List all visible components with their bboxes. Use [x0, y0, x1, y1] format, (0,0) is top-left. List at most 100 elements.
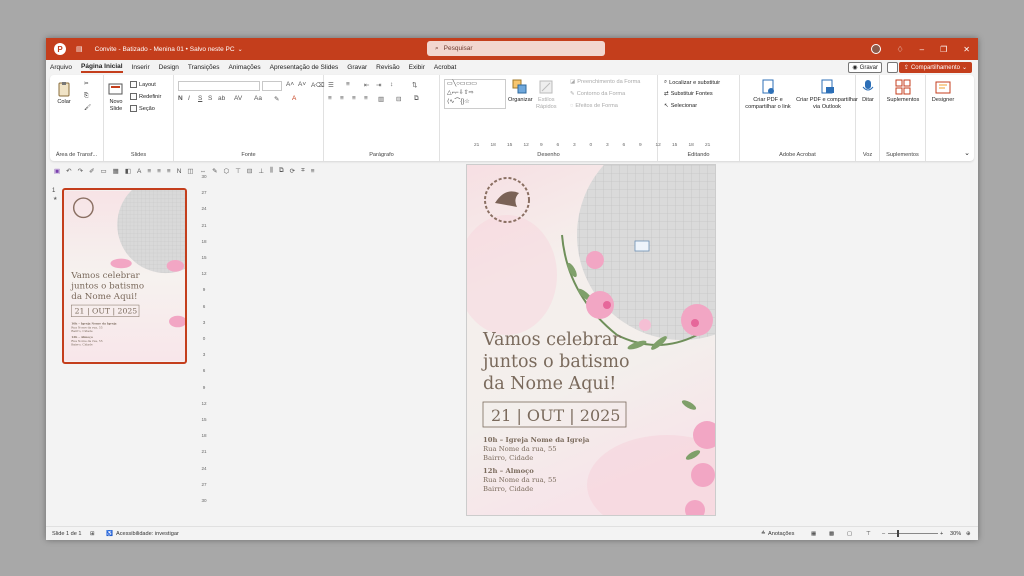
font-name-input[interactable]	[178, 81, 260, 91]
normal-view-icon[interactable]: ▦	[811, 531, 816, 537]
more-icon[interactable]: ≡	[311, 168, 315, 175]
font-size-input[interactable]	[262, 81, 282, 91]
find-replace-button[interactable]: ⌕ Localizar e substituir	[664, 79, 720, 86]
text-direction-icon[interactable]: ⇅	[412, 81, 417, 89]
accessibility-status[interactable]: Acessibilidade: investigar	[116, 531, 179, 537]
bold-icon[interactable]: N	[177, 168, 182, 175]
fit-to-window-icon[interactable]: ⊕	[966, 531, 971, 537]
share-button[interactable]: ⇪ Compartilhamento ⌄	[898, 62, 972, 73]
bullets-icon[interactable]: ☰	[328, 81, 334, 89]
tab-exibir[interactable]: Exibir	[409, 64, 425, 71]
event2-address-line2[interactable]: Bairro, Cidade	[483, 485, 533, 493]
textbox-icon[interactable]: ▭	[101, 167, 107, 175]
align-right-icon[interactable]: ≡	[352, 95, 356, 102]
format-painter-icon[interactable]: 🖌	[84, 105, 91, 111]
save-icon[interactable]: ▣	[54, 167, 60, 175]
underline-icon[interactable]: S	[198, 95, 202, 102]
line-spacing-icon[interactable]: ↕	[390, 81, 393, 88]
event-date[interactable]: 21 | OUT | 2025	[491, 406, 620, 425]
collapse-ribbon-icon[interactable]: ⌄	[964, 149, 970, 157]
accessibility-icon[interactable]: ♿	[106, 531, 113, 537]
close-icon[interactable]: ✕	[963, 45, 970, 54]
document-title[interactable]: Convite - Batizado - Menina 01 • Salvo n…	[95, 46, 235, 53]
align-right-icon[interactable]: ≡	[167, 168, 171, 175]
tab-acrobat[interactable]: Acrobat	[434, 64, 456, 71]
quick-styles-button[interactable]: Estilos Rápidos	[536, 79, 557, 111]
slide-canvas[interactable]: Vamos celebrar juntos o batismo da Nome …	[466, 164, 716, 516]
fill-color-icon[interactable]: ◧	[125, 167, 131, 175]
minimize-icon[interactable]: –	[920, 45, 924, 54]
restore-icon[interactable]: ❐	[940, 45, 947, 54]
image-icon[interactable]: ▦	[113, 167, 119, 175]
event1-title[interactable]: 10h – Igreja Nome da Igreja	[483, 436, 590, 444]
zoom-slider-handle[interactable]	[897, 530, 899, 537]
numbering-icon[interactable]: ≡	[346, 81, 350, 88]
align-left-icon[interactable]: ≡	[147, 168, 151, 175]
spellcheck-icon[interactable]: ⊞	[90, 531, 95, 537]
section-button[interactable]: Seção	[130, 105, 155, 112]
case-icon[interactable]: Aa	[254, 95, 262, 102]
group-icon[interactable]: ⧉	[279, 167, 284, 175]
shadow-icon[interactable]: ab	[218, 95, 225, 102]
align-top-icon[interactable]: ⊤	[235, 167, 241, 175]
autosave-icon[interactable]: ▤	[76, 45, 83, 53]
redo-icon[interactable]: ↷	[78, 167, 83, 175]
smartart-icon[interactable]: ⧉	[414, 95, 419, 103]
tab-gravar[interactable]: Gravar	[347, 64, 367, 71]
lightbulb-icon[interactable]: ♢	[897, 45, 904, 54]
event1-address-line2[interactable]: Bairro, Cidade	[483, 454, 533, 462]
notes-button[interactable]: Anotações	[768, 531, 794, 537]
tab-design[interactable]: Design	[159, 64, 179, 71]
paste-button[interactable]: Colar	[56, 81, 72, 106]
event1-address-line1[interactable]: Rua Nome da rua, 55	[483, 445, 557, 453]
align-center-icon[interactable]: ≡	[157, 168, 161, 175]
dictate-button[interactable]: Ditar	[858, 79, 878, 104]
headline-line-1[interactable]: Vamos celebrar	[482, 330, 621, 350]
format-painter-icon[interactable]: ✐	[89, 167, 94, 175]
reset-button[interactable]: Redefinir	[130, 93, 161, 100]
notes-icon[interactable]: ≙	[761, 531, 766, 537]
replace-fonts-button[interactable]: ⇄ Substituir Fontes	[664, 91, 713, 97]
slide-thumbnail[interactable]: Vamos celebrar juntos o batismo da Nome …	[62, 188, 187, 364]
headline-line-3[interactable]: da Nome Aqui!	[483, 374, 616, 394]
tab-arquivo[interactable]: Arquivo	[50, 64, 72, 71]
undo-icon[interactable]: ↶	[66, 167, 71, 175]
italic-icon[interactable]: I	[188, 95, 190, 102]
decrease-indent-icon[interactable]: ⇤	[364, 81, 369, 89]
align-middle-icon[interactable]: ⊟	[247, 167, 252, 175]
zoom-in-icon[interactable]: +	[940, 531, 943, 537]
spacing-icon[interactable]: AV	[234, 95, 242, 102]
tab-revisao[interactable]: Revisão	[376, 64, 399, 71]
pen-icon[interactable]: ✎	[212, 167, 217, 175]
tab-pagina-inicial[interactable]: Página Inicial	[81, 63, 123, 73]
designer-button[interactable]: Designer	[928, 79, 958, 104]
clear-format-icon[interactable]: A⌫	[311, 81, 325, 89]
layout-button[interactable]: Layout	[130, 81, 156, 88]
event2-title[interactable]: 12h – Almoço	[483, 467, 534, 475]
slideshow-icon[interactable]: ⊤	[866, 531, 871, 537]
new-slide-button[interactable]: Novo Slide	[108, 81, 124, 113]
comments-button[interactable]	[887, 62, 898, 73]
insert-picture-icon[interactable]	[634, 240, 650, 252]
align-left-icon[interactable]: ≡	[328, 95, 332, 102]
record-button[interactable]: ◉ Gravar	[848, 62, 882, 73]
align-text-icon[interactable]: ⊟	[396, 95, 401, 103]
zoom-out-icon[interactable]: –	[882, 531, 885, 537]
zoom-slider[interactable]	[888, 533, 938, 534]
grow-font-icon[interactable]: A˄	[286, 81, 294, 88]
event2-address-line1[interactable]: Rua Nome da rua, 55	[483, 476, 557, 484]
create-pdf-outlook-button[interactable]: Criar PDF e compartilhar via Outlook	[796, 79, 858, 111]
addins-button[interactable]: Suplementos	[884, 79, 922, 104]
rotate-icon[interactable]: ⟳	[290, 167, 295, 175]
strikethrough-icon[interactable]: S	[208, 95, 212, 102]
tab-transicoes[interactable]: Transições	[188, 64, 220, 71]
user-avatar[interactable]	[870, 44, 881, 54]
font-color-icon[interactable]: A	[137, 168, 141, 175]
headline-line-2[interactable]: juntos o batismo	[481, 352, 630, 372]
distribute-icon[interactable]: ⫼	[270, 167, 273, 175]
chevron-down-icon[interactable]: ⌄	[238, 46, 243, 53]
select-button[interactable]: ↖ Selecionar	[664, 103, 697, 109]
highlight-icon[interactable]: ✎	[274, 95, 279, 103]
font-color-icon[interactable]: A	[292, 95, 296, 102]
cut-icon[interactable]: ✂	[84, 81, 89, 87]
